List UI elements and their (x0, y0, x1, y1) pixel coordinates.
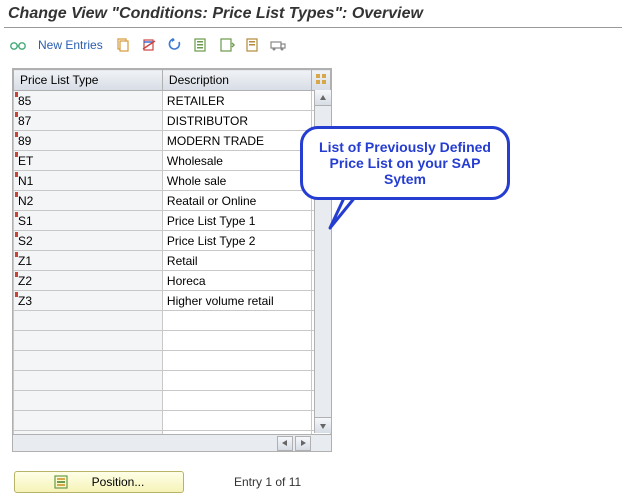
table-row[interactable] (14, 391, 331, 411)
cell-code[interactable]: S2 (14, 231, 163, 251)
select-block-icon[interactable] (217, 36, 237, 54)
cell-desc[interactable] (162, 391, 311, 411)
table-row[interactable] (14, 311, 331, 331)
cell-desc[interactable]: Higher volume retail (162, 291, 311, 311)
table-row[interactable]: S1Price List Type 1 (14, 211, 331, 231)
cell-code[interactable] (14, 311, 163, 331)
position-icon (54, 475, 68, 489)
page-title: Change View "Conditions: Price List Type… (0, 0, 626, 27)
toolbar: New Entries (0, 34, 626, 60)
cell-desc[interactable]: Horeca (162, 271, 311, 291)
footer: Position... Entry 1 of 11 (14, 471, 301, 493)
cell-desc[interactable] (162, 351, 311, 371)
cell-desc[interactable]: Price List Type 1 (162, 211, 311, 231)
scroll-left-icon[interactable] (277, 436, 293, 451)
cell-desc[interactable] (162, 411, 311, 431)
cell-desc[interactable]: Wholesale (162, 151, 311, 171)
cell-code[interactable] (14, 371, 163, 391)
cell-desc[interactable]: Whole sale (162, 171, 311, 191)
col-header-desc[interactable]: Description (162, 70, 311, 91)
table-row[interactable]: 89MODERN TRADE (14, 131, 331, 151)
cell-code[interactable]: S1 (14, 211, 163, 231)
table-row[interactable] (14, 331, 331, 351)
cell-code[interactable] (14, 411, 163, 431)
cell-desc[interactable] (162, 371, 311, 391)
scroll-right-icon[interactable] (295, 436, 311, 451)
cell-desc[interactable]: Retail (162, 251, 311, 271)
cell-desc[interactable]: Price List Type 2 (162, 231, 311, 251)
table-row[interactable]: N1Whole sale (14, 171, 331, 191)
cell-code[interactable]: N1 (14, 171, 163, 191)
cell-code[interactable]: Z3 (14, 291, 163, 311)
table-row[interactable]: ETWholesale (14, 151, 331, 171)
copy-icon[interactable] (113, 36, 133, 54)
undo-icon[interactable] (165, 36, 185, 54)
position-label: Position... (92, 475, 145, 489)
table-row[interactable] (14, 351, 331, 371)
position-button[interactable]: Position... (14, 471, 184, 493)
cell-code[interactable]: 85 (14, 91, 163, 111)
cell-desc[interactable] (162, 331, 311, 351)
cell-desc[interactable]: Reatail or Online (162, 191, 311, 211)
table-row[interactable]: Z3Higher volume retail (14, 291, 331, 311)
table-row[interactable]: Z1Retail (14, 251, 331, 271)
delete-icon[interactable] (139, 36, 159, 54)
table-row[interactable]: 87DISTRIBUTOR (14, 111, 331, 131)
entry-counter: Entry 1 of 11 (234, 475, 301, 489)
cell-desc[interactable]: DISTRIBUTOR (162, 111, 311, 131)
table-row[interactable]: N2Reatail or Online (14, 191, 331, 211)
cell-code[interactable]: 87 (14, 111, 163, 131)
price-list-table: Price List Type Description 85RETAILER87… (12, 68, 332, 452)
select-all-icon[interactable] (191, 36, 211, 54)
table-row[interactable] (14, 411, 331, 431)
horizontal-scrollbar[interactable] (13, 434, 331, 451)
cell-desc[interactable] (162, 311, 311, 331)
cell-code[interactable]: 89 (14, 131, 163, 151)
scroll-up-icon[interactable] (315, 90, 331, 106)
transport-icon[interactable] (269, 36, 289, 54)
table-config-icon[interactable] (311, 70, 330, 91)
table-row[interactable] (14, 371, 331, 391)
cell-code[interactable]: Z2 (14, 271, 163, 291)
callout-tail-icon (326, 194, 366, 234)
title-divider (4, 27, 622, 28)
cell-desc[interactable]: MODERN TRADE (162, 131, 311, 151)
scroll-down-icon[interactable] (315, 417, 331, 433)
cell-code[interactable] (14, 331, 163, 351)
annotation-callout: List of Previously Defined Price List on… (300, 126, 510, 200)
table-row[interactable]: Z2Horeca (14, 271, 331, 291)
cell-desc[interactable]: RETAILER (162, 91, 311, 111)
cell-code[interactable]: Z1 (14, 251, 163, 271)
cell-code[interactable] (14, 391, 163, 411)
deselect-all-icon[interactable] (243, 36, 263, 54)
table-row[interactable]: S2Price List Type 2 (14, 231, 331, 251)
table-row[interactable]: 85RETAILER (14, 91, 331, 111)
cell-code[interactable]: N2 (14, 191, 163, 211)
glasses-icon[interactable] (8, 36, 28, 54)
new-entries-button[interactable]: New Entries (34, 38, 107, 52)
cell-code[interactable] (14, 351, 163, 371)
col-header-code[interactable]: Price List Type (14, 70, 163, 91)
cell-code[interactable]: ET (14, 151, 163, 171)
